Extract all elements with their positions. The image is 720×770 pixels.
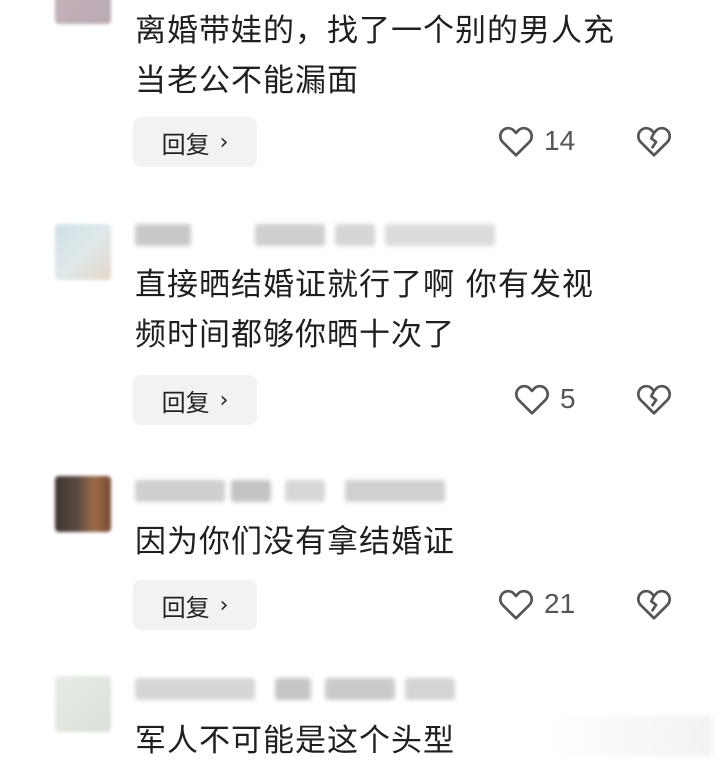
heart-outline-icon [498,587,534,621]
like-count: 21 [544,588,576,619]
chevron-right-icon: › [219,129,229,155]
watermark [552,716,712,756]
dislike-button[interactable] [636,382,672,420]
reply-label: 回复 [161,130,210,159]
like-button[interactable]: 14 [498,124,575,158]
like-button[interactable]: 5 [514,382,576,416]
broken-heart-icon [636,384,672,420]
heart-outline-icon [498,124,534,158]
comment-text: 直接晒结婚证就行了啊 你有发视 频时间都够你晒十次了 [135,267,594,353]
username-blurred [135,672,515,702]
reply-button[interactable]: 回复 › [133,375,257,425]
comment-text: 离婚带娃的，找了一个别的男人充 当老公不能漏面 [135,13,615,99]
like-button[interactable]: 21 [498,587,575,621]
avatar[interactable] [55,224,111,280]
reply-button[interactable]: 回复 › [133,580,257,630]
broken-heart-icon [636,126,672,162]
avatar[interactable] [55,0,111,24]
comment-text: 因为你们没有拿结婚证 [135,524,455,560]
avatar[interactable] [55,676,111,732]
avatar[interactable] [55,476,111,532]
reply-label: 回复 [161,388,210,417]
chevron-right-icon: › [219,387,229,413]
reply-button[interactable]: 回复 › [133,117,257,167]
like-count: 14 [544,125,576,156]
heart-outline-icon [514,382,550,416]
broken-heart-icon [636,589,672,625]
username-blurred [135,474,515,504]
reply-label: 回复 [161,593,210,622]
dislike-button[interactable] [636,124,672,162]
dislike-button[interactable] [636,587,672,625]
like-count: 5 [560,383,576,414]
chevron-right-icon: › [219,592,229,618]
username-blurred [135,218,515,248]
